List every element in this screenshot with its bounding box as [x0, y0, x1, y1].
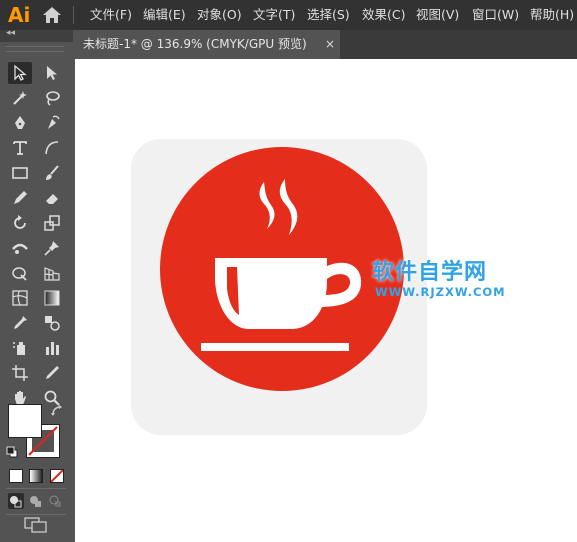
lasso-tool[interactable]: [40, 87, 64, 109]
gradient-tool[interactable]: [40, 287, 64, 309]
eyedropper-tool[interactable]: [8, 312, 32, 334]
app-logo: Ai: [8, 3, 31, 27]
screen-mode-icon[interactable]: [24, 517, 48, 533]
color-mode-button[interactable]: [9, 469, 23, 483]
magic-wand-icon: [13, 91, 27, 105]
blend-icon: [45, 316, 60, 331]
none-mode-button[interactable]: [50, 469, 64, 483]
none-slash-icon: [51, 470, 63, 482]
document-tab[interactable]: 未标题-1* @ 136.9% (CMYK/GPU 预览) ×: [75, 30, 340, 59]
menu-effect[interactable]: 效果(C): [362, 0, 405, 30]
selection-arrow-icon: [14, 64, 27, 81]
pen-icon: [15, 116, 25, 129]
line-segment-tool[interactable]: [40, 137, 64, 159]
spray-can-icon: [13, 342, 25, 355]
watermark-title: 软件自学网: [372, 260, 488, 285]
curvature-tool[interactable]: [40, 112, 64, 134]
menu-object[interactable]: 对象(O): [197, 0, 242, 30]
menu-file[interactable]: 文件(F): [90, 0, 132, 30]
eraser-icon: [46, 194, 58, 204]
scale-tool[interactable]: [40, 212, 64, 234]
paintbrush-tool[interactable]: [40, 162, 64, 184]
curvature-pen-icon: [48, 115, 60, 129]
type-icon: [13, 141, 27, 155]
width-tool[interactable]: [8, 237, 32, 259]
menu-bar: Ai 文件(F) 编辑(E) 对象(O) 文字(T) 选择(S) 效果(C) 视…: [0, 0, 577, 30]
pin-icon: [44, 241, 59, 256]
shaper-pencil-icon: [14, 191, 27, 204]
home-icon[interactable]: [42, 6, 62, 24]
blend-tool[interactable]: [40, 312, 64, 334]
menu-separator: [73, 6, 74, 24]
paintbrush-icon: [46, 165, 59, 180]
type-tool[interactable]: [8, 137, 32, 159]
eyedropper-icon: [14, 316, 27, 329]
eraser-tool[interactable]: [40, 187, 64, 209]
document-tab-bar: 未标题-1* @ 136.9% (CMYK/GPU 预览) ×: [75, 30, 577, 59]
width-icon: [12, 243, 28, 254]
rotate-icon: [14, 215, 26, 229]
artboard-icon: [12, 365, 28, 381]
perspective-grid-icon: [44, 267, 60, 281]
scale-icon: [44, 215, 60, 231]
slice-knife-icon: [46, 366, 59, 379]
menu-help[interactable]: 帮助(H): [530, 0, 574, 30]
gradient-mode-button[interactable]: [29, 469, 43, 483]
bar-graph-icon: [46, 342, 59, 355]
mesh-icon: [12, 290, 28, 306]
shaper-tool[interactable]: [8, 187, 32, 209]
perspective-grid-tool[interactable]: [40, 262, 64, 284]
menu-edit[interactable]: 编辑(E): [143, 0, 186, 30]
shape-builder-tool[interactable]: [8, 262, 32, 284]
shape-builder-icon: [12, 267, 27, 281]
selection-tool[interactable]: [8, 62, 32, 84]
arc-line-icon: [45, 141, 59, 155]
slice-tool[interactable]: [40, 362, 64, 384]
direct-selection-tool[interactable]: [40, 62, 64, 84]
direct-selection-icon: [47, 66, 57, 80]
artboard-tool[interactable]: [8, 362, 32, 384]
menu-type[interactable]: 文字(T): [253, 0, 295, 30]
pen-tool[interactable]: [8, 112, 32, 134]
menu-select[interactable]: 选择(S): [307, 0, 350, 30]
gradient-icon: [44, 290, 60, 306]
close-tab-icon[interactable]: ×: [325, 30, 335, 59]
menu-view[interactable]: 视图(V): [416, 0, 459, 30]
symbol-sprayer-tool[interactable]: [8, 337, 32, 359]
magic-wand-tool[interactable]: [8, 87, 32, 109]
rotate-tool[interactable]: [8, 212, 32, 234]
tools-panel: ◂◂: [0, 28, 73, 542]
swap-fill-stroke-icon[interactable]: [50, 404, 64, 418]
default-colors-icon[interactable]: [6, 446, 18, 458]
watermark-url: WWW.RJZXW.COM: [375, 285, 506, 299]
document-canvas[interactable]: 软件自学网 WWW.RJZXW.COM: [75, 59, 577, 542]
mesh-tool[interactable]: [8, 287, 32, 309]
document-tab-title: 未标题-1* @ 136.9% (CMYK/GPU 预览): [83, 37, 307, 51]
toolbar-divider: [6, 514, 66, 515]
menu-window[interactable]: 窗口(W): [472, 0, 519, 30]
rectangle-tool[interactable]: [8, 162, 32, 184]
panel-grip[interactable]: [6, 46, 64, 52]
tools-panel-header: ◂◂: [0, 28, 73, 42]
toolbar-divider: [6, 488, 66, 489]
column-graph-tool[interactable]: [40, 337, 64, 359]
draw-mode-icons[interactable]: [8, 493, 66, 509]
rectangle-icon: [12, 167, 28, 179]
collapse-panel-button[interactable]: ◂◂: [6, 28, 15, 38]
fill-swatch[interactable]: [8, 404, 42, 438]
lasso-icon: [46, 91, 60, 106]
puppet-warp-tool[interactable]: [40, 237, 64, 259]
